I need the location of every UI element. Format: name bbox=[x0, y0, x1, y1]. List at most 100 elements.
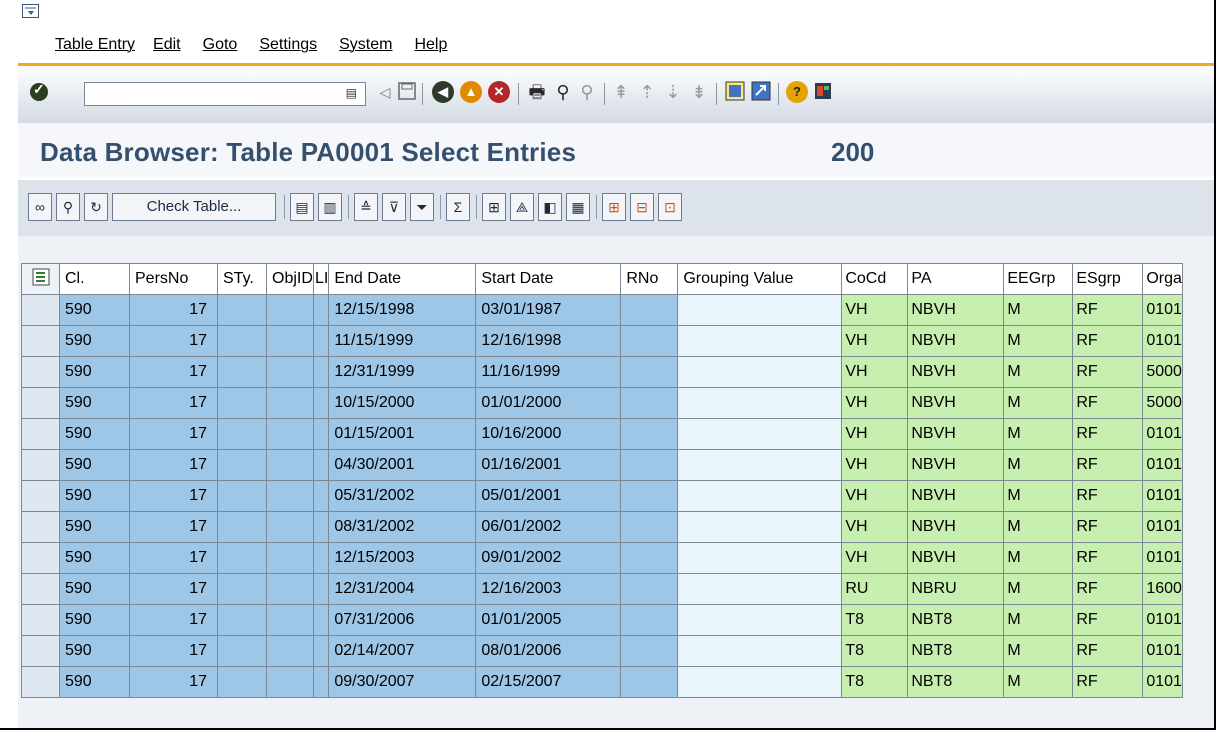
cancel-icon[interactable]: ✕ bbox=[488, 81, 510, 103]
command-field[interactable]: ▤ bbox=[84, 82, 366, 106]
menu-goto[interactable]: Goto bbox=[203, 36, 238, 54]
table-cell: NBT8 bbox=[907, 604, 1005, 636]
row-selector[interactable] bbox=[21, 542, 60, 574]
last-page-icon[interactable]: ⇟ bbox=[688, 81, 710, 103]
total-icon[interactable]: Σ bbox=[446, 193, 470, 221]
sort-ascending-icon[interactable]: ≙ bbox=[354, 193, 378, 221]
table-cell: 590 bbox=[59, 635, 130, 667]
table-cell: 03/01/1987 bbox=[475, 294, 622, 326]
change-layout-icon[interactable]: ⊞ bbox=[602, 193, 626, 221]
exit-icon[interactable]: ▲ bbox=[460, 81, 482, 103]
table-cell: RF bbox=[1072, 511, 1144, 543]
table-cell bbox=[677, 511, 843, 543]
menu-settings[interactable]: Settings bbox=[259, 36, 317, 54]
column-header[interactable]: EEGrp bbox=[1003, 263, 1074, 295]
details-icon[interactable]: ⚲ bbox=[56, 193, 80, 221]
system-menu-icon[interactable] bbox=[22, 4, 39, 18]
column-header[interactable]: Cl. bbox=[59, 263, 130, 295]
print-icon[interactable]: 🖶 bbox=[526, 81, 548, 103]
row-selector[interactable] bbox=[21, 449, 60, 481]
row-selector[interactable] bbox=[21, 294, 60, 326]
row-selector[interactable] bbox=[21, 387, 60, 419]
table-row[interactable]: 590 17 09/30/2007 02/15/2007 T8 NBT8 M RF 0101 bbox=[21, 666, 1184, 698]
row-selector[interactable] bbox=[21, 635, 60, 667]
sort-descending-icon[interactable]: ⊽ bbox=[382, 193, 406, 221]
deselect-all-icon[interactable]: ▥ bbox=[318, 193, 342, 221]
table-cell: 10/16/2000 bbox=[475, 418, 622, 450]
column-header[interactable]: LI bbox=[312, 263, 330, 295]
find-next-icon[interactable]: ⚲ bbox=[576, 81, 598, 103]
table-row[interactable]: 590 17 12/15/1998 03/01/1987 VH NBVH M RF 0101 bbox=[21, 294, 1184, 326]
find-icon[interactable]: ⚲ bbox=[552, 81, 574, 103]
collapse-arrow-icon[interactable]: ◁ bbox=[374, 81, 396, 103]
data-grid: Cl. PersNo STy. ObjID LI End Date Start … bbox=[18, 236, 1214, 728]
table-row[interactable]: 590 17 10/15/2000 01/01/2000 VH NBVH M RF 5000 bbox=[21, 387, 1184, 419]
column-header[interactable]: Grouping Value bbox=[677, 263, 843, 295]
row-selector[interactable] bbox=[21, 325, 60, 357]
table-cell bbox=[312, 604, 330, 636]
menu-system[interactable]: System bbox=[339, 36, 392, 54]
create-session-icon[interactable] bbox=[724, 81, 746, 103]
export-icon[interactable]: ⊞ bbox=[482, 193, 506, 221]
column-header[interactable]: Orga bbox=[1142, 263, 1184, 295]
save-layout-icon[interactable]: ⊡ bbox=[658, 193, 682, 221]
save-icon[interactable] bbox=[396, 81, 418, 103]
table-cell bbox=[217, 294, 267, 326]
table-cell: M bbox=[1003, 666, 1074, 698]
select-all-icon[interactable]: ▤ bbox=[290, 193, 314, 221]
row-selector[interactable] bbox=[21, 418, 60, 450]
column-header[interactable]: Start Date bbox=[475, 263, 622, 295]
abc-analysis-icon[interactable]: ▦ bbox=[566, 193, 590, 221]
table-row[interactable]: 590 17 12/15/2003 09/01/2002 VH NBVH M RF 0101 bbox=[21, 542, 1184, 574]
menu-table-entry[interactable]: Table Entry bbox=[55, 36, 135, 54]
help-icon[interactable]: ? bbox=[786, 81, 808, 103]
refresh-icon[interactable]: ↻ bbox=[84, 193, 108, 221]
menu-edit[interactable]: Edit bbox=[153, 36, 181, 54]
row-selector[interactable] bbox=[21, 356, 60, 388]
row-selector[interactable] bbox=[21, 573, 60, 605]
column-header[interactable]: CoCd bbox=[841, 263, 909, 295]
graphic-icon[interactable]: ⟁ bbox=[510, 193, 534, 221]
layout-menu-icon[interactable] bbox=[812, 81, 834, 103]
table-cell: 17 bbox=[129, 635, 218, 667]
table-row[interactable]: 590 17 12/31/1999 11/16/1999 VH NBVH M RF 5000 bbox=[21, 356, 1184, 388]
create-shortcut-icon[interactable] bbox=[750, 81, 772, 103]
row-selector[interactable] bbox=[21, 480, 60, 512]
column-header[interactable]: End Date bbox=[328, 263, 477, 295]
menu-help[interactable]: Help bbox=[414, 36, 447, 54]
next-page-icon[interactable]: ⇣ bbox=[662, 81, 684, 103]
table-cell bbox=[312, 356, 330, 388]
table-row[interactable]: 590 17 04/30/2001 01/16/2001 VH NBVH M RF 0101 bbox=[21, 449, 1184, 481]
column-header[interactable]: PA bbox=[907, 263, 1005, 295]
table-cell bbox=[677, 480, 843, 512]
enter-icon[interactable] bbox=[30, 81, 48, 101]
row-selector[interactable] bbox=[21, 604, 60, 636]
check-table-button[interactable]: Check Table... bbox=[112, 193, 276, 221]
table-row[interactable]: 590 17 02/14/2007 08/01/2006 T8 NBT8 M RF 0101 bbox=[21, 635, 1184, 667]
filter-icon[interactable]: ⏷ bbox=[410, 193, 434, 221]
row-selector[interactable] bbox=[21, 511, 60, 543]
select-layout-icon[interactable]: ⊟ bbox=[630, 193, 654, 221]
column-header[interactable]: STy. bbox=[217, 263, 267, 295]
table-row[interactable]: 590 17 08/31/2002 06/01/2002 VH NBVH M RF 0101 bbox=[21, 511, 1184, 543]
first-page-icon[interactable]: ⇞ bbox=[610, 81, 632, 103]
column-header[interactable]: RNo bbox=[620, 263, 679, 295]
table-row[interactable]: 590 17 05/31/2002 05/01/2001 VH NBVH M RF 0101 bbox=[21, 480, 1184, 512]
table-cell: RF bbox=[1072, 356, 1144, 388]
row-selector[interactable] bbox=[21, 666, 60, 698]
table-row[interactable]: 590 17 12/31/2004 12/16/2003 RU NBRU M RF 1600 bbox=[21, 573, 1184, 605]
column-header[interactable]: ObjID bbox=[266, 263, 314, 295]
table-cell: 1600 bbox=[1142, 573, 1184, 605]
table-row[interactable]: 590 17 07/31/2006 01/01/2005 T8 NBT8 M RF 0101 bbox=[21, 604, 1184, 636]
column-header[interactable]: PersNo bbox=[129, 263, 218, 295]
back-icon[interactable]: ◀ bbox=[432, 81, 454, 103]
select-all-rows-icon[interactable] bbox=[21, 263, 60, 295]
glasses-icon[interactable]: ∞ bbox=[28, 193, 52, 221]
command-history-icon[interactable]: ▤ bbox=[346, 86, 357, 100]
previous-page-icon[interactable]: ⇡ bbox=[636, 81, 658, 103]
views-icon[interactable]: ◧ bbox=[538, 193, 562, 221]
table-row[interactable]: 590 17 11/15/1999 12/16/1998 VH NBVH M RF 0101 bbox=[21, 325, 1184, 357]
table-cell: 0101 bbox=[1142, 294, 1184, 326]
column-header[interactable]: ESgrp bbox=[1072, 263, 1144, 295]
table-row[interactable]: 590 17 01/15/2001 10/16/2000 VH NBVH M RF 0101 bbox=[21, 418, 1184, 450]
